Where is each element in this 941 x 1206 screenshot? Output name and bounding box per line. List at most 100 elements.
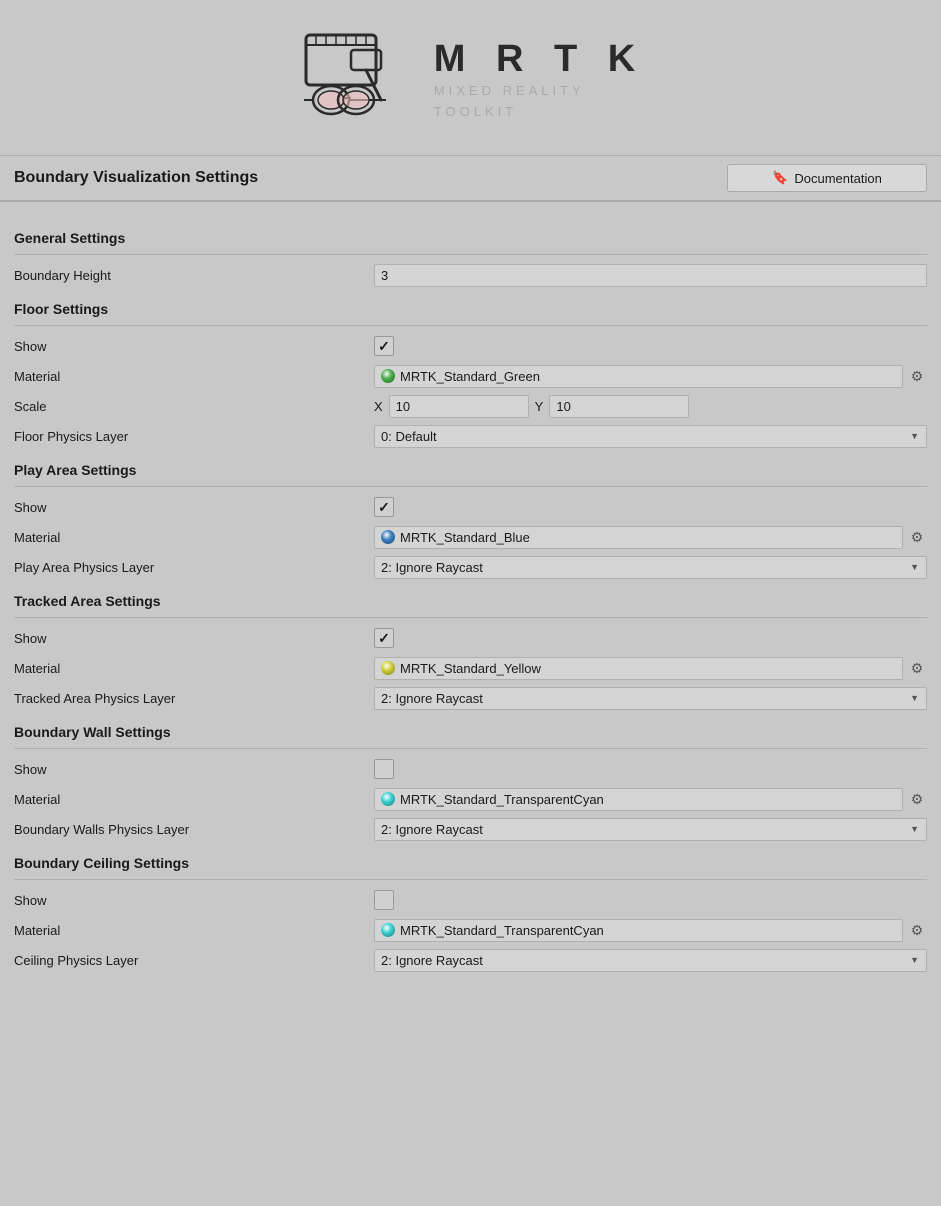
- floor-physics-layer-wrapper: 0: Default 1: TransparentFX 2: Ignore Ra…: [374, 425, 927, 448]
- boundary-wall-material-row: Material MRTK_Standard_TransparentCyan ⚙: [14, 787, 927, 811]
- tracked-area-material-ball: [381, 661, 395, 675]
- boundary-ceiling-show-row: Show: [14, 888, 927, 912]
- boundary-ceiling-material-settings-icon[interactable]: ⚙: [907, 920, 927, 940]
- header-subtitle-line1: MIXED REALITY: [434, 81, 645, 102]
- floor-show-label: Show: [14, 339, 374, 354]
- boundary-wall-material-input[interactable]: MRTK_Standard_TransparentCyan: [374, 788, 903, 811]
- boundary-ceiling-physics-layer-row: Ceiling Physics Layer 0: Default 1: Tran…: [14, 948, 927, 972]
- play-area-material-settings-icon[interactable]: ⚙: [907, 527, 927, 547]
- main-content: General Settings Boundary Height Floor S…: [0, 202, 941, 992]
- logo: [296, 20, 416, 140]
- tracked-area-physics-layer-row: Tracked Area Physics Layer 0: Default 1:…: [14, 686, 927, 710]
- boundary-ceiling-show-checkbox[interactable]: [374, 890, 394, 910]
- doc-icon: 🔖: [772, 170, 788, 186]
- header-subtitle-line2: TOOLKIT: [434, 102, 645, 123]
- boundary-wall-divider: [14, 748, 927, 749]
- play-area-material-field: MRTK_Standard_Blue ⚙: [374, 526, 927, 549]
- boundary-height-value: [374, 264, 927, 287]
- boundary-ceiling-material-ball: [381, 923, 395, 937]
- boundary-ceiling-show-label: Show: [14, 893, 374, 908]
- boundary-ceiling-material-row: Material MRTK_Standard_TransparentCyan ⚙: [14, 918, 927, 942]
- documentation-button[interactable]: 🔖 Documentation: [727, 164, 927, 192]
- boundary-height-label: Boundary Height: [14, 268, 374, 283]
- floor-scale-x-label: X: [374, 399, 383, 414]
- floor-scale-label: Scale: [14, 399, 374, 414]
- floor-show-row: Show: [14, 334, 927, 358]
- floor-scale-y-label: Y: [535, 399, 544, 414]
- mrtk-title: M R T K: [434, 38, 645, 81]
- boundary-wall-material-field: MRTK_Standard_TransparentCyan ⚙: [374, 788, 927, 811]
- play-area-material-label: Material: [14, 530, 374, 545]
- play-area-show-checkbox[interactable]: [374, 497, 394, 517]
- general-settings-header: General Settings: [14, 230, 927, 246]
- play-area-material-row: Material MRTK_Standard_Blue ⚙: [14, 525, 927, 549]
- play-area-show-label: Show: [14, 500, 374, 515]
- boundary-height-row: Boundary Height: [14, 263, 927, 287]
- play-area-material-text: MRTK_Standard_Blue: [400, 530, 530, 545]
- boundary-wall-material-text: MRTK_Standard_TransparentCyan: [400, 792, 604, 807]
- floor-material-text: MRTK_Standard_Green: [400, 369, 540, 384]
- tracked-area-material-field: MRTK_Standard_Yellow ⚙: [374, 657, 927, 680]
- toolbar-title: Boundary Visualization Settings: [14, 169, 258, 187]
- play-area-material-ball: [381, 530, 395, 544]
- boundary-wall-physics-layer-label: Boundary Walls Physics Layer: [14, 822, 374, 837]
- floor-physics-layer-select[interactable]: 0: Default 1: TransparentFX 2: Ignore Ra…: [374, 425, 927, 448]
- boundary-ceiling-material-label: Material: [14, 923, 374, 938]
- tracked-area-material-row: Material MRTK_Standard_Yellow ⚙: [14, 656, 927, 680]
- boundary-wall-show-label: Show: [14, 762, 374, 777]
- boundary-wall-show-row: Show: [14, 757, 927, 781]
- play-area-show-row: Show: [14, 495, 927, 519]
- floor-scale-x-input[interactable]: [389, 395, 529, 418]
- boundary-ceiling-physics-layer-label: Ceiling Physics Layer: [14, 953, 374, 968]
- boundary-wall-physics-layer-select[interactable]: 0: Default 1: TransparentFX 2: Ignore Ra…: [374, 818, 927, 841]
- floor-material-settings-icon[interactable]: ⚙: [907, 366, 927, 386]
- tracked-area-show-checkbox[interactable]: [374, 628, 394, 648]
- tracked-area-physics-layer-wrapper: 0: Default 1: TransparentFX 2: Ignore Ra…: [374, 687, 927, 710]
- play-area-physics-layer-select[interactable]: 0: Default 1: TransparentFX 2: Ignore Ra…: [374, 556, 927, 579]
- boundary-ceiling-material-input[interactable]: MRTK_Standard_TransparentCyan: [374, 919, 903, 942]
- tracked-area-material-settings-icon[interactable]: ⚙: [907, 658, 927, 678]
- floor-scale-inputs: X Y: [374, 395, 927, 418]
- floor-material-label: Material: [14, 369, 374, 384]
- floor-divider: [14, 325, 927, 326]
- boundary-ceiling-physics-layer-wrapper: 0: Default 1: TransparentFX 2: Ignore Ra…: [374, 949, 927, 972]
- floor-show-checkbox[interactable]: [374, 336, 394, 356]
- floor-scale-y-input[interactable]: [549, 395, 689, 418]
- boundary-ceiling-settings-header: Boundary Ceiling Settings: [14, 855, 927, 871]
- play-area-physics-layer-wrapper: 0: Default 1: TransparentFX 2: Ignore Ra…: [374, 556, 927, 579]
- tracked-area-show-label: Show: [14, 631, 374, 646]
- tracked-area-material-input[interactable]: MRTK_Standard_Yellow: [374, 657, 903, 680]
- tracked-area-material-label: Material: [14, 661, 374, 676]
- app-header: M R T K MIXED REALITY TOOLKIT: [0, 0, 941, 155]
- boundary-wall-material-settings-icon[interactable]: ⚙: [907, 789, 927, 809]
- boundary-ceiling-material-text: MRTK_Standard_TransparentCyan: [400, 923, 604, 938]
- play-area-physics-layer-row: Play Area Physics Layer 0: Default 1: Tr…: [14, 555, 927, 579]
- tracked-area-physics-layer-label: Tracked Area Physics Layer: [14, 691, 374, 706]
- boundary-ceiling-physics-layer-select[interactable]: 0: Default 1: TransparentFX 2: Ignore Ra…: [374, 949, 927, 972]
- boundary-wall-show-checkbox[interactable]: [374, 759, 394, 779]
- floor-material-input[interactable]: MRTK_Standard_Green: [374, 365, 903, 388]
- play-area-material-input[interactable]: MRTK_Standard_Blue: [374, 526, 903, 549]
- floor-material-ball: [381, 369, 395, 383]
- floor-physics-layer-label: Floor Physics Layer: [14, 429, 374, 444]
- tracked-area-material-text: MRTK_Standard_Yellow: [400, 661, 541, 676]
- boundary-ceiling-divider: [14, 879, 927, 880]
- floor-physics-layer-row: Floor Physics Layer 0: Default 1: Transp…: [14, 424, 927, 448]
- tracked-area-divider: [14, 617, 927, 618]
- boundary-wall-material-ball: [381, 792, 395, 806]
- floor-scale-row: Scale X Y: [14, 394, 927, 418]
- toolbar: Boundary Visualization Settings 🔖 Docume…: [0, 155, 941, 202]
- floor-material-field: MRTK_Standard_Green ⚙: [374, 365, 927, 388]
- floor-settings-header: Floor Settings: [14, 301, 927, 317]
- doc-button-label: Documentation: [794, 171, 881, 186]
- boundary-wall-material-label: Material: [14, 792, 374, 807]
- header-title-block: M R T K MIXED REALITY TOOLKIT: [434, 38, 645, 123]
- boundary-wall-physics-layer-wrapper: 0: Default 1: TransparentFX 2: Ignore Ra…: [374, 818, 927, 841]
- boundary-ceiling-material-field: MRTK_Standard_TransparentCyan ⚙: [374, 919, 927, 942]
- general-divider: [14, 254, 927, 255]
- floor-material-row: Material MRTK_Standard_Green ⚙: [14, 364, 927, 388]
- play-area-divider: [14, 486, 927, 487]
- boundary-wall-settings-header: Boundary Wall Settings: [14, 724, 927, 740]
- boundary-height-input[interactable]: [374, 264, 927, 287]
- tracked-area-physics-layer-select[interactable]: 0: Default 1: TransparentFX 2: Ignore Ra…: [374, 687, 927, 710]
